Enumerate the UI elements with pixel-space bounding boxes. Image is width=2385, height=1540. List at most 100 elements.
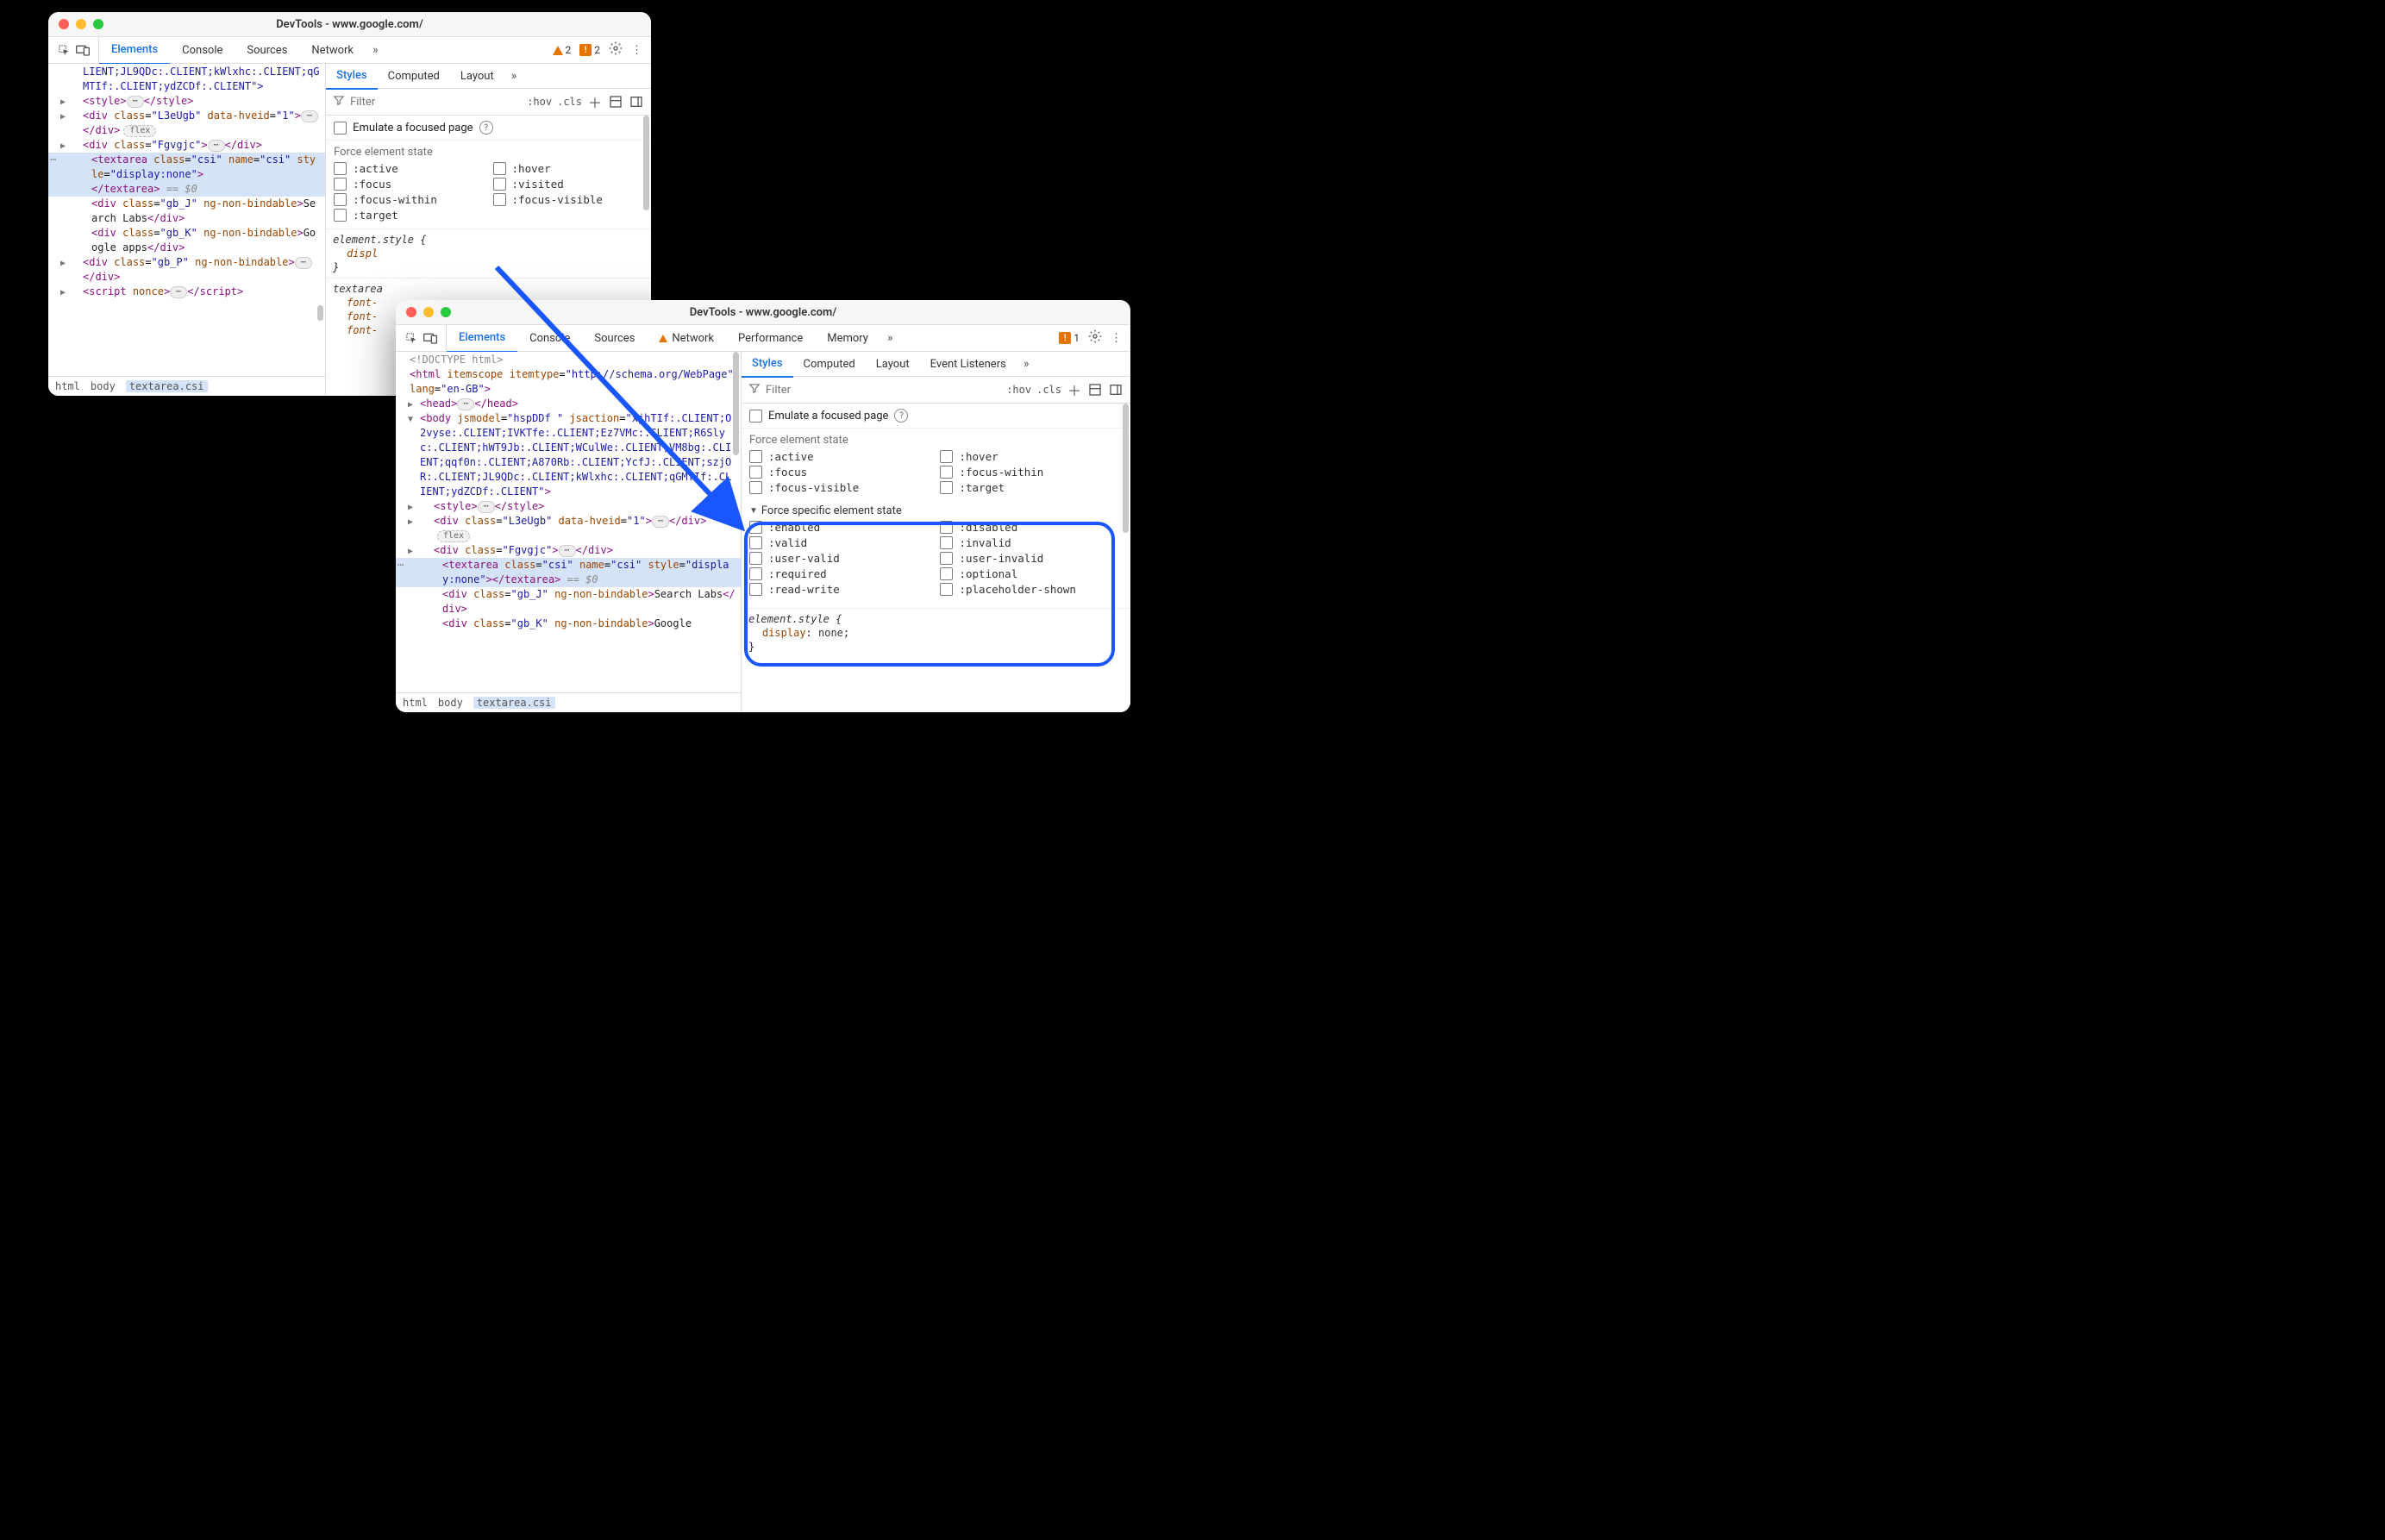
dom-line[interactable]: <div class="gb_J" ng-non-bindable>Search…	[396, 587, 741, 617]
breadcrumb-item[interactable]: body	[438, 697, 463, 709]
checkbox[interactable]	[334, 122, 347, 135]
device-toggle-icon[interactable]	[423, 331, 437, 345]
styles-tab-layout[interactable]: Layout	[866, 352, 920, 376]
dom-line[interactable]: ▼<body jsmodel="hspDDf " jsaction="xjhTI…	[396, 411, 741, 499]
tab-console[interactable]: Console	[517, 325, 582, 351]
hov-button[interactable]: :hov	[527, 96, 552, 108]
tab-console[interactable]: Console	[170, 37, 235, 63]
state-read-write[interactable]: :read-write	[749, 583, 932, 596]
dom-line[interactable]: <div class="gb_K" ng-non-bindable>Google	[396, 617, 741, 631]
gear-icon[interactable]	[1088, 329, 1102, 347]
dom-line[interactable]: <html itemscope itemtype="http://schema.…	[396, 367, 741, 397]
state-user-invalid[interactable]: :user-invalid	[940, 552, 1123, 565]
dom-selected-line[interactable]: <textarea class="csi" name="csi" style="…	[396, 558, 741, 587]
breadcrumb-item[interactable]: html	[403, 697, 428, 709]
dom-line[interactable]: ▶<div class="gb_P" ng-non-bindable>⋯</di…	[48, 255, 325, 285]
minimize-icon[interactable]	[423, 307, 434, 317]
force-specific-state-heading[interactable]: ▼Force specific element state	[742, 501, 1130, 521]
element-style-rule[interactable]: element.style { displ }	[326, 228, 651, 278]
close-icon[interactable]	[59, 19, 69, 29]
state-optional[interactable]: :optional	[940, 567, 1123, 580]
checkbox[interactable]	[749, 410, 762, 423]
emulate-focused-row[interactable]: Emulate a focused page ?	[742, 404, 1130, 429]
state-hover[interactable]: :hover	[940, 450, 1123, 463]
close-icon[interactable]	[406, 307, 416, 317]
state-user-valid[interactable]: :user-valid	[749, 552, 932, 565]
state-required[interactable]: :required	[749, 567, 932, 580]
inspect-icon[interactable]	[57, 43, 71, 57]
dom-line[interactable]: ▶<script nonce>⋯</script>	[48, 285, 325, 299]
tab-elements[interactable]: Elements	[99, 37, 170, 65]
kebab-icon[interactable]: ⋮	[631, 44, 642, 57]
dom-line[interactable]: ▶<div class="L3eUgb" data-hveid="1">⋯</d…	[48, 109, 325, 138]
more-styles-tabs-icon[interactable]: »	[504, 69, 524, 83]
issues-badge[interactable]: !2	[579, 44, 600, 56]
kebab-icon[interactable]: ⋮	[1111, 332, 1122, 345]
new-style-rule-icon[interactable]: ＋	[1067, 382, 1082, 398]
state-focus-visible[interactable]: :focus-visible	[749, 481, 932, 494]
maximize-icon[interactable]	[93, 19, 103, 29]
help-icon[interactable]: ?	[479, 121, 493, 135]
element-style-rule[interactable]: element.style { display: none; }	[742, 608, 1130, 657]
breadcrumb-item-active[interactable]: textarea.csi	[473, 697, 555, 709]
computed-toggle-icon[interactable]	[1087, 382, 1103, 398]
tab-memory[interactable]: Memory	[815, 325, 880, 351]
tab-sources[interactable]: Sources	[235, 37, 299, 63]
styles-tab-event-listeners[interactable]: Event Listeners	[920, 352, 1017, 376]
device-toggle-icon[interactable]	[76, 43, 90, 57]
dom-line[interactable]: <div class="gb_J" ng-non-bindable>Search…	[48, 197, 325, 226]
styles-tab-computed[interactable]: Computed	[378, 64, 450, 88]
tab-elements[interactable]: Elements	[447, 325, 517, 353]
minimize-icon[interactable]	[76, 19, 86, 29]
state-target[interactable]: :target	[940, 481, 1123, 494]
dom-line[interactable]: ▶<style>⋯</style>	[48, 94, 325, 109]
issues-badge[interactable]: !1	[1059, 332, 1080, 344]
state-invalid[interactable]: :invalid	[940, 536, 1123, 549]
state-focus[interactable]: :focus	[334, 178, 484, 191]
styles-tab-layout[interactable]: Layout	[450, 64, 504, 88]
more-tabs-icon[interactable]: »	[366, 43, 385, 57]
dom-line[interactable]: LIENT;JL9QDc:.CLIENT;kWlxhc:.CLIENT;qGMT…	[48, 65, 325, 94]
dom-line[interactable]: ▶<div class="L3eUgb" data-hveid="1">⋯</d…	[396, 514, 741, 543]
inspect-icon[interactable]	[404, 331, 418, 345]
more-styles-tabs-icon[interactable]: »	[1017, 357, 1036, 371]
breadcrumb-item[interactable]: body	[91, 380, 116, 392]
cls-button[interactable]: .cls	[557, 96, 582, 108]
gear-icon[interactable]	[609, 41, 623, 59]
dom-selected-line[interactable]: <textarea class="csi" name="csi" style="…	[48, 153, 325, 197]
dom-line[interactable]: ▶<head>⋯</head>	[396, 397, 741, 411]
breadcrumb-item-active[interactable]: textarea.csi	[126, 380, 208, 392]
sidebar-toggle-icon[interactable]	[629, 94, 644, 110]
tab-performance[interactable]: Performance	[726, 325, 815, 351]
breadcrumb-item[interactable]: html	[55, 380, 80, 392]
state-visited[interactable]: :visited	[493, 178, 643, 191]
styles-tab-styles[interactable]: Styles	[326, 64, 378, 90]
state-focus[interactable]: :focus	[749, 466, 932, 479]
state-focus-within[interactable]: :focus-within	[940, 466, 1123, 479]
state-focus-visible[interactable]: :focus-visible	[493, 193, 643, 206]
sidebar-toggle-icon[interactable]	[1108, 382, 1124, 398]
state-focus-within[interactable]: :focus-within	[334, 193, 484, 206]
dom-line[interactable]: ▶<style>⋯</style>	[396, 499, 741, 514]
state-placeholder-shown[interactable]: :placeholder-shown	[940, 583, 1123, 596]
tab-network[interactable]: Network	[299, 37, 366, 63]
dom-line[interactable]: ▶<div class="Fgvgjc">⋯</div>	[396, 543, 741, 558]
scrollbar[interactable]	[731, 352, 741, 692]
styles-scrollbar[interactable]	[1121, 404, 1130, 712]
styles-tab-computed[interactable]: Computed	[793, 352, 866, 376]
more-tabs-icon[interactable]: »	[880, 331, 900, 345]
state-valid[interactable]: :valid	[749, 536, 932, 549]
tab-sources[interactable]: Sources	[582, 325, 647, 351]
maximize-icon[interactable]	[441, 307, 451, 317]
state-active[interactable]: :active	[334, 162, 484, 175]
state-active[interactable]: :active	[749, 450, 932, 463]
cls-button[interactable]: .cls	[1036, 384, 1061, 396]
computed-toggle-icon[interactable]	[608, 94, 623, 110]
warnings-badge[interactable]: 2	[553, 44, 572, 56]
new-style-rule-icon[interactable]: ＋	[587, 94, 603, 110]
filter-input[interactable]: Filter	[748, 382, 1001, 398]
dom-line[interactable]: <div class="gb_K" ng-non-bindable>Google…	[48, 226, 325, 255]
filter-input[interactable]: Filter	[333, 94, 522, 110]
tab-network[interactable]: Network	[647, 325, 726, 351]
emulate-focused-row[interactable]: Emulate a focused page ?	[326, 116, 651, 141]
